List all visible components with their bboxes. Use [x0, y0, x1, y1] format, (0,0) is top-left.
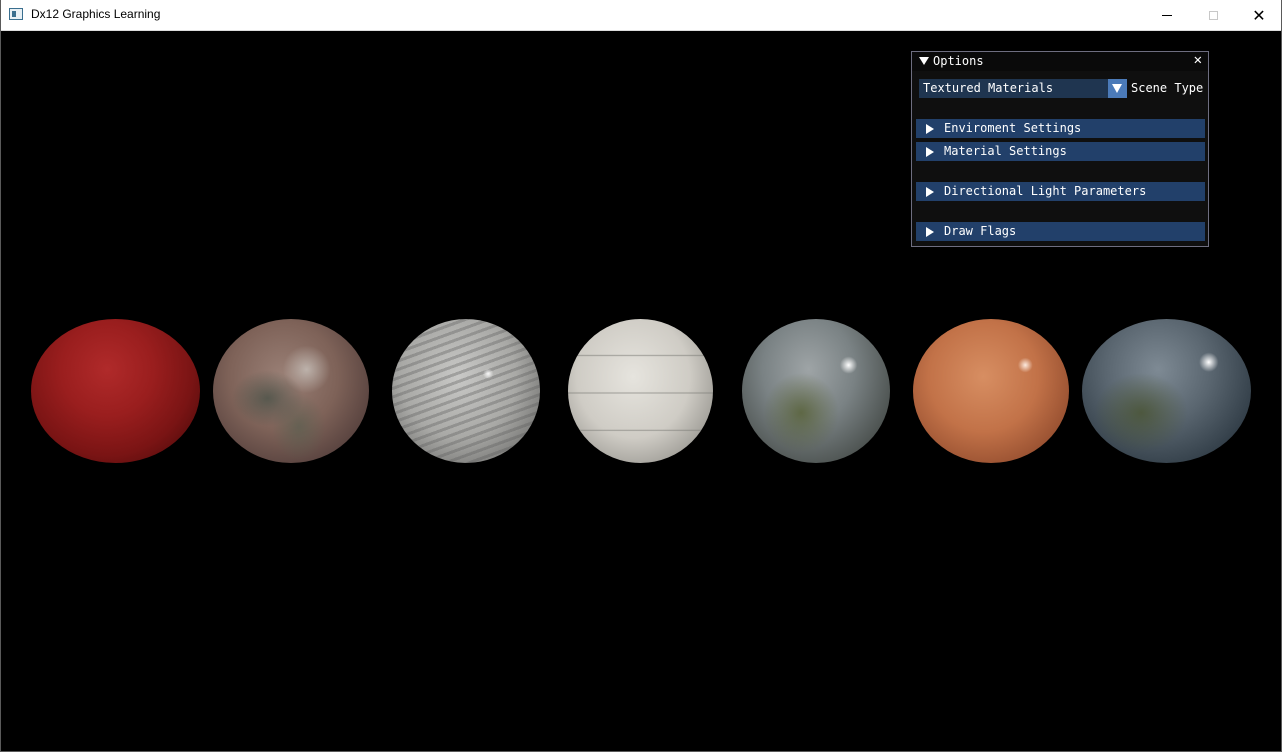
expand-arrow-icon [926, 227, 934, 237]
sphere-tiles [568, 319, 713, 463]
window-title: Dx12 Graphics Learning [31, 7, 161, 21]
header-enviroment-settings[interactable]: Enviroment Settings [916, 119, 1205, 138]
combo-dropdown-button[interactable] [1108, 79, 1127, 98]
maximize-icon [1208, 11, 1218, 20]
sphere-chrome-light [742, 319, 890, 463]
header-label: Enviroment Settings [944, 121, 1082, 135]
collapse-arrow-icon[interactable] [919, 57, 929, 65]
close-icon: ✕ [1252, 6, 1266, 25]
expand-arrow-icon [926, 147, 934, 157]
dropdown-arrow-icon [1112, 84, 1122, 93]
header-label: Draw Flags [944, 224, 1017, 238]
close-button[interactable]: ✕ [1236, 0, 1282, 31]
header-draw-flags[interactable]: Draw Flags [916, 222, 1205, 241]
options-titlebar[interactable]: Options ✕ [912, 52, 1208, 71]
sphere-rusted-metal [213, 319, 369, 463]
sphere-chrome-dark [1082, 319, 1251, 463]
app-icon [9, 8, 23, 20]
header-directional-light-parameters[interactable]: Directional Light Parameters [916, 182, 1205, 201]
expand-arrow-icon [926, 187, 934, 197]
minimize-button[interactable] [1144, 0, 1190, 31]
maximize-button[interactable] [1190, 0, 1236, 31]
scene-type-label: Scene Type [1131, 81, 1204, 95]
sphere-granite [392, 319, 540, 463]
sphere-red [31, 319, 200, 463]
options-title: Options [933, 54, 984, 68]
window-titlebar[interactable]: Dx12 Graphics Learning ✕ [0, 0, 1282, 31]
minimize-icon [1162, 15, 1172, 16]
header-material-settings[interactable]: Material Settings [916, 142, 1205, 161]
scene-type-value: Textured Materials [923, 81, 1054, 95]
options-close-icon[interactable]: ✕ [1194, 52, 1202, 68]
options-panel[interactable]: Options ✕ Textured Materials Scene Type … [911, 51, 1209, 247]
expand-arrow-icon [926, 124, 934, 134]
sphere-copper [913, 319, 1069, 463]
scene-type-combo[interactable]: Textured Materials [919, 79, 1127, 98]
header-label: Directional Light Parameters [944, 184, 1147, 198]
header-label: Material Settings [944, 144, 1067, 158]
